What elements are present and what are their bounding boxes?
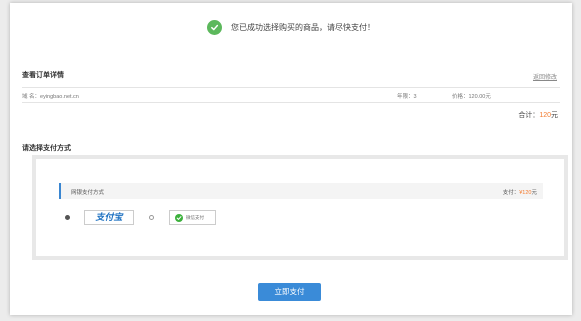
- order-details-title: 查看订单详情: [22, 72, 64, 79]
- check-circle-icon: [207, 19, 222, 35]
- order-row: 域 名：eyingbao.net.cn 年限：3 价格：120.00元: [22, 87, 560, 103]
- success-notice: 您已成功选择购买的商品，请尽快支付！: [10, 15, 572, 39]
- wechat-icon: [175, 213, 183, 222]
- alipay-radio[interactable]: [65, 215, 70, 220]
- alipay-option[interactable]: 支付宝: [84, 210, 134, 225]
- total-unit: 元: [551, 112, 558, 119]
- amount-label: 支付：: [502, 190, 520, 196]
- price-text: 价格：120.00元: [452, 94, 491, 100]
- wechat-label: 微信支付: [186, 214, 204, 220]
- order-card: 您已成功选择购买的商品，请尽快支付！ 查看订单详情 返回修改 域 名：eying…: [10, 3, 572, 315]
- amount-value: ¥120: [519, 190, 532, 196]
- payment-box: 网银支付方式 支付：¥120元 支付宝 微信支付: [32, 155, 568, 260]
- edit-order-link[interactable]: 返回修改: [533, 72, 557, 81]
- pay-now-button[interactable]: 立即支付: [258, 283, 321, 301]
- wechat-pay-option[interactable]: 微信支付: [169, 210, 216, 225]
- total-label: 合计：: [518, 112, 540, 119]
- notice-text: 您已成功选择购买的商品，请尽快支付！: [231, 22, 375, 32]
- years-text: 年限：3: [397, 94, 417, 100]
- total-value: 120: [539, 112, 551, 119]
- payment-amount: 支付：¥120元: [503, 188, 537, 196]
- amount-unit: 元: [531, 190, 537, 196]
- payment-method-bar: 网银支付方式 支付：¥120元: [59, 183, 543, 199]
- wechat-radio[interactable]: [149, 215, 154, 220]
- domain-text: 域 名：eyingbao.net.cn: [22, 94, 79, 100]
- order-total: 合计：120元: [518, 110, 558, 120]
- payment-method-title: 请选择支付方式: [22, 145, 71, 152]
- method-label: 网银支付方式: [71, 190, 105, 196]
